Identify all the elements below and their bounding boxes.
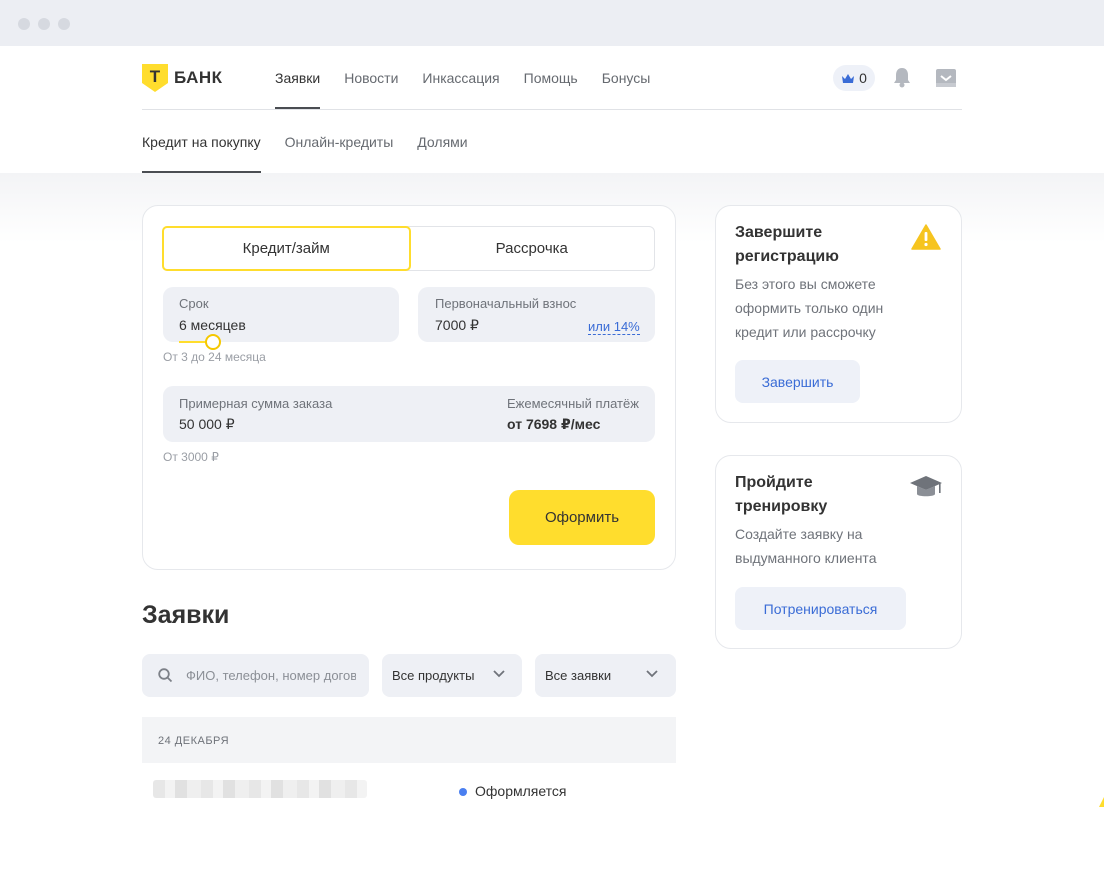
status-indicator-dot <box>459 788 467 796</box>
down-payment-label: Первоначальный взнос <box>435 296 577 311</box>
status-filter-value: Все заявки <box>545 668 612 683</box>
product-type-switch: Кредит/займ Рассрочка <box>162 226 655 271</box>
bonus-counter-button[interactable]: 0 <box>833 65 875 91</box>
topnav-item-collection[interactable]: Инкассация <box>422 70 499 110</box>
application-status: Оформляется <box>475 783 567 799</box>
topnav-item-bonuses[interactable]: Бонусы <box>602 70 651 110</box>
graduation-cap-icon <box>909 474 943 507</box>
search-icon <box>158 668 173 688</box>
topnav-item-news[interactable]: Новости <box>344 70 398 110</box>
topnav-item-applications[interactable]: Заявки <box>275 70 321 110</box>
tab-credit-loan[interactable]: Кредит/займ <box>162 226 411 271</box>
date-group-label: 24 ДЕКАБРЯ <box>158 735 230 747</box>
monthly-payment-label: Ежемесячный платёж <box>507 396 639 411</box>
window-close-dot[interactable] <box>18 18 30 30</box>
search-placeholder: ФИО, телефон, номер договора <box>186 668 356 683</box>
bell-icon <box>894 68 910 88</box>
window-titlebar <box>0 0 1104 46</box>
subnav-item-online-credits[interactable]: Онлайн-кредиты <box>285 134 394 173</box>
top-navigation: Заявки Новости Инкассация Помощь Бонусы <box>275 70 674 110</box>
term-value: 6 месяцев <box>179 317 246 333</box>
down-payment-value: 7000 ₽ <box>435 317 479 333</box>
subnav-item-purchase-credit[interactable]: Кредит на покупку <box>142 134 261 173</box>
notifications-button[interactable] <box>892 66 912 93</box>
brand-shield-icon: Т <box>142 64 168 92</box>
chevron-down-icon <box>646 670 658 678</box>
topnav-item-help[interactable]: Помощь <box>524 70 578 110</box>
order-sum-hint: От 3000 ₽ <box>163 450 219 464</box>
crown-icon <box>842 73 855 83</box>
finish-registration-desc: Без этого вы сможете оформить только оди… <box>735 276 884 340</box>
brand-logo[interactable]: Т БАНК <box>142 64 223 92</box>
term-label: Срок <box>179 296 209 311</box>
bonus-count: 0 <box>859 70 867 86</box>
training-desc: Создайте заявку на выдуманного клиента <box>735 526 877 566</box>
nav-divider <box>142 109 962 110</box>
training-title: Пройдите тренировку <box>735 474 828 515</box>
inbox-button[interactable] <box>935 68 957 93</box>
submit-application-button[interactable]: Оформить <box>509 490 655 545</box>
order-sum-field[interactable] <box>163 386 655 442</box>
blurred-client-name[interactable] <box>153 780 367 798</box>
down-payment-percent-link[interactable]: или 14% <box>588 319 640 335</box>
window-maximize-dot[interactable] <box>58 18 70 30</box>
corner-accent <box>1099 797 1104 807</box>
status-filter-select[interactable]: Все заявки <box>535 654 676 697</box>
inbox-icon <box>936 69 956 87</box>
term-slider-handle[interactable] <box>205 334 221 350</box>
applications-title: Заявки <box>142 601 230 629</box>
finish-registration-button[interactable]: Завершить <box>735 360 860 403</box>
window-minimize-dot[interactable] <box>38 18 50 30</box>
training-button[interactable]: Потренироваться <box>735 587 906 630</box>
finish-registration-title: Завершите регистрацию <box>735 224 839 265</box>
warning-icon <box>911 224 941 255</box>
products-filter-select[interactable]: Все продукты <box>382 654 522 697</box>
term-hint: От 3 до 24 месяца <box>163 350 266 364</box>
sub-navigation: Кредит на покупку Онлайн-кредиты Долями <box>142 134 492 173</box>
chevron-down-icon <box>493 670 505 678</box>
order-sum-value: 50 000 ₽ <box>179 416 235 432</box>
tab-installment[interactable]: Рассрочка <box>410 227 655 270</box>
products-filter-value: Все продукты <box>392 668 475 683</box>
monthly-payment-value: от 7698 ₽/мес <box>507 416 601 432</box>
subnav-item-installments-parts[interactable]: Долями <box>417 134 467 173</box>
brand-letter: Т <box>149 67 161 86</box>
brand-name: БАНК <box>174 68 223 87</box>
order-sum-label: Примерная сумма заказа <box>179 396 333 411</box>
